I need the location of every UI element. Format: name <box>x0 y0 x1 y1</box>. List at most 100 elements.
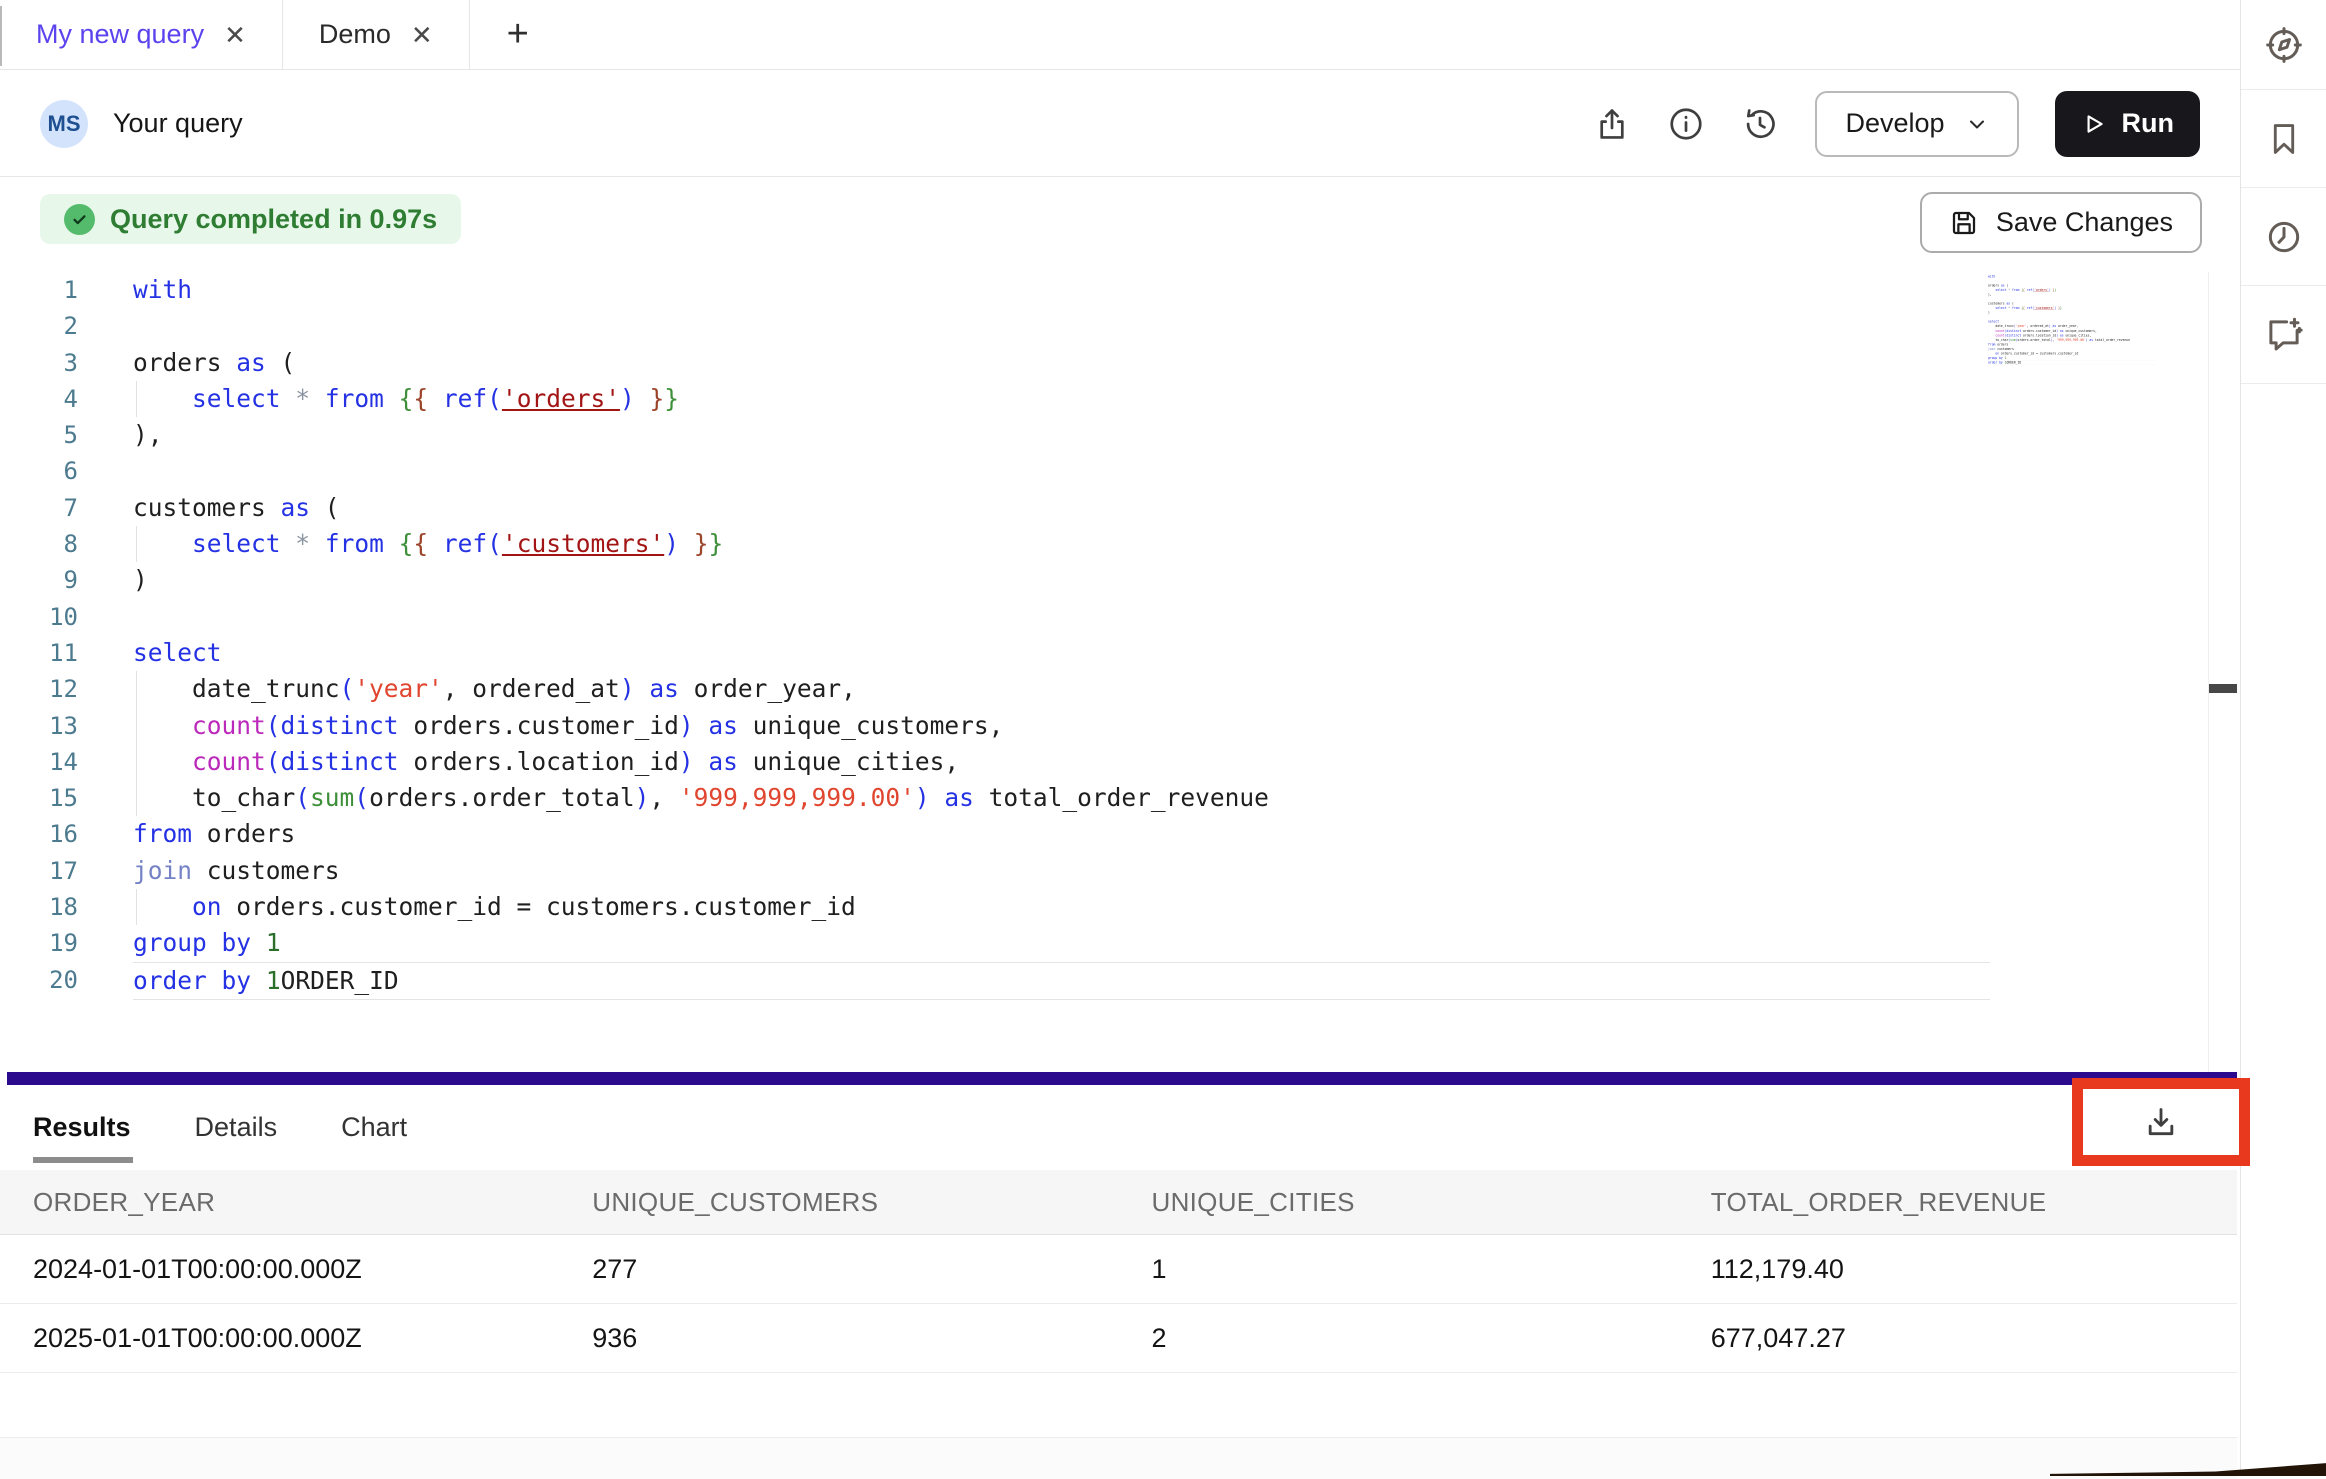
code-line-19[interactable]: group by 1 <box>133 925 1990 961</box>
table-cell: 2025-01-01T00:00:00.000Z <box>0 1323 559 1354</box>
line-number: 15 <box>0 780 78 816</box>
new-tab-button[interactable]: + <box>470 0 566 69</box>
column-header: UNIQUE_CITIES <box>1119 1187 1678 1218</box>
line-number: 14 <box>0 744 78 780</box>
line-number: 2 <box>0 308 78 344</box>
sidebar-item-bookmarks[interactable] <box>2241 90 2326 188</box>
clock-icon <box>2264 217 2304 257</box>
code-line-15[interactable]: to_char(sum(orders.order_total), '999,99… <box>133 780 1990 816</box>
table-cell: 1 <box>1119 1254 1678 1285</box>
annotation-highlight-box <box>2072 1078 2250 1166</box>
tab-demo[interactable]: Demo ✕ <box>283 0 470 69</box>
line-number: 3 <box>0 345 78 381</box>
history-icon[interactable] <box>1741 105 1779 143</box>
sidebar-item-history[interactable] <box>2241 188 2326 286</box>
sql-editor[interactable]: 1234567891011121314151617181920 withorde… <box>0 272 2240 1072</box>
sidebar-item-explore[interactable] <box>2241 0 2326 90</box>
page-title: Your query <box>113 108 243 139</box>
line-number: 7 <box>0 490 78 526</box>
code-line-5[interactable]: ), <box>133 417 1990 453</box>
play-icon <box>2081 111 2107 137</box>
sidebar-item-ai-chat[interactable] <box>2241 286 2326 384</box>
tab-label: My new query <box>36 19 204 50</box>
line-number: 20 <box>0 962 78 998</box>
code-line-2[interactable] <box>133 308 1990 344</box>
save-changes-button[interactable]: Save Changes <box>1920 192 2202 253</box>
column-header: TOTAL_ORDER_REVENUE <box>1678 1187 2237 1218</box>
code-line-13[interactable]: count(distinct orders.customer_id) as un… <box>133 708 1990 744</box>
close-icon[interactable]: ✕ <box>224 22 246 48</box>
column-header: ORDER_YEAR <box>0 1187 559 1218</box>
active-tab-underline <box>33 1157 133 1163</box>
table-cell: 677,047.27 <box>1678 1323 2237 1354</box>
query-header: MS Your query Develop <box>0 71 2240 177</box>
code-line-9[interactable]: ) <box>133 562 1990 598</box>
tab-details[interactable]: Details <box>195 1112 278 1143</box>
query-status-badge: Query completed in 0.97s <box>40 194 461 244</box>
minimap-code: withorders as ( select * from {{ ref('or… <box>1988 274 2009 365</box>
develop-label: Develop <box>1845 108 1944 139</box>
table-body: 2024-01-01T00:00:00.000Z2771112,179.4020… <box>0 1235 2237 1373</box>
panel-divider-bar[interactable] <box>7 1072 2237 1085</box>
code-line-3[interactable]: orders as ( <box>133 345 1990 381</box>
save-changes-label: Save Changes <box>1996 207 2173 238</box>
tab-results[interactable]: Results <box>33 1112 131 1143</box>
status-message: Query completed in 0.97s <box>110 204 437 235</box>
code-line-18[interactable]: on orders.customer_id = customers.custom… <box>133 889 1990 925</box>
table-cell: 936 <box>559 1323 1118 1354</box>
table-row: 2025-01-01T00:00:00.000Z9362677,047.27 <box>0 1304 2237 1373</box>
code-line-1[interactable]: with <box>133 272 1990 308</box>
table-cell: 2024-01-01T00:00:00.000Z <box>0 1254 559 1285</box>
tab-chart[interactable]: Chart <box>341 1112 407 1143</box>
save-icon <box>1949 208 1979 238</box>
bookmark-icon <box>2265 120 2303 158</box>
plus-icon: + <box>507 13 529 56</box>
column-header: UNIQUE_CUSTOMERS <box>559 1187 1118 1218</box>
code-line-4[interactable]: select * from {{ ref('orders') }} <box>133 381 1990 417</box>
run-label: Run <box>2122 108 2174 139</box>
close-icon[interactable]: ✕ <box>411 22 433 48</box>
line-number: 12 <box>0 671 78 707</box>
line-number: 18 <box>0 889 78 925</box>
table-empty-row <box>0 1373 2237 1438</box>
code-line-20[interactable]: order by 1ORDER_ID <box>133 962 1990 1000</box>
code-line-12[interactable]: date_trunc('year', ordered_at) as order_… <box>133 671 1990 707</box>
results-table: ORDER_YEARUNIQUE_CUSTOMERSUNIQUE_CITIEST… <box>0 1170 2237 1479</box>
line-number: 11 <box>0 635 78 671</box>
code-line-10[interactable] <box>133 599 1990 635</box>
line-number: 16 <box>0 816 78 852</box>
code-line-8[interactable]: select * from {{ ref('customers') }} <box>133 526 1990 562</box>
code-line-14[interactable]: count(distinct orders.location_id) as un… <box>133 744 1990 780</box>
tab-label: Demo <box>319 19 391 50</box>
code-line-16[interactable]: from orders <box>133 816 1990 852</box>
status-bar: Query completed in 0.97s Save Changes <box>0 177 2240 270</box>
table-cell: 112,179.40 <box>1678 1254 2237 1285</box>
line-number: 17 <box>0 853 78 889</box>
chat-sparkle-icon <box>2263 314 2305 356</box>
results-panel-tabs: Results Details Chart <box>0 1085 2240 1170</box>
line-number: 6 <box>0 453 78 489</box>
code-line-20[interactable]: order by 1ORDER_ID <box>1988 360 2156 365</box>
code-line-11[interactable]: select <box>133 635 1990 671</box>
check-circle-icon <box>64 204 95 235</box>
table-header-row: ORDER_YEARUNIQUE_CUSTOMERSUNIQUE_CITIEST… <box>0 1170 2237 1235</box>
editor-scroll-track <box>2208 272 2209 1072</box>
line-number: 13 <box>0 708 78 744</box>
code-area[interactable]: with orders as ( select * from {{ ref('or… <box>133 272 1990 1000</box>
avatar: MS <box>40 100 88 148</box>
editor-scroll-thumb[interactable] <box>2209 684 2237 693</box>
tab-my-new-query[interactable]: My new query ✕ <box>0 0 283 69</box>
develop-button[interactable]: Develop <box>1815 91 2018 157</box>
code-line-7[interactable]: customers as ( <box>133 490 1990 526</box>
line-number: 5 <box>0 417 78 453</box>
share-icon[interactable] <box>1593 105 1631 143</box>
line-number: 19 <box>0 925 78 961</box>
code-line-6[interactable] <box>133 453 1990 489</box>
run-button[interactable]: Run <box>2055 91 2200 157</box>
line-number: 8 <box>0 526 78 562</box>
minimap[interactable]: withorders as ( select * from {{ ref('or… <box>1988 274 2156 459</box>
table-row: 2024-01-01T00:00:00.000Z2771112,179.40 <box>0 1235 2237 1304</box>
info-icon[interactable] <box>1667 105 1705 143</box>
download-icon[interactable] <box>2141 1102 2181 1142</box>
code-line-17[interactable]: join customers <box>133 853 1990 889</box>
